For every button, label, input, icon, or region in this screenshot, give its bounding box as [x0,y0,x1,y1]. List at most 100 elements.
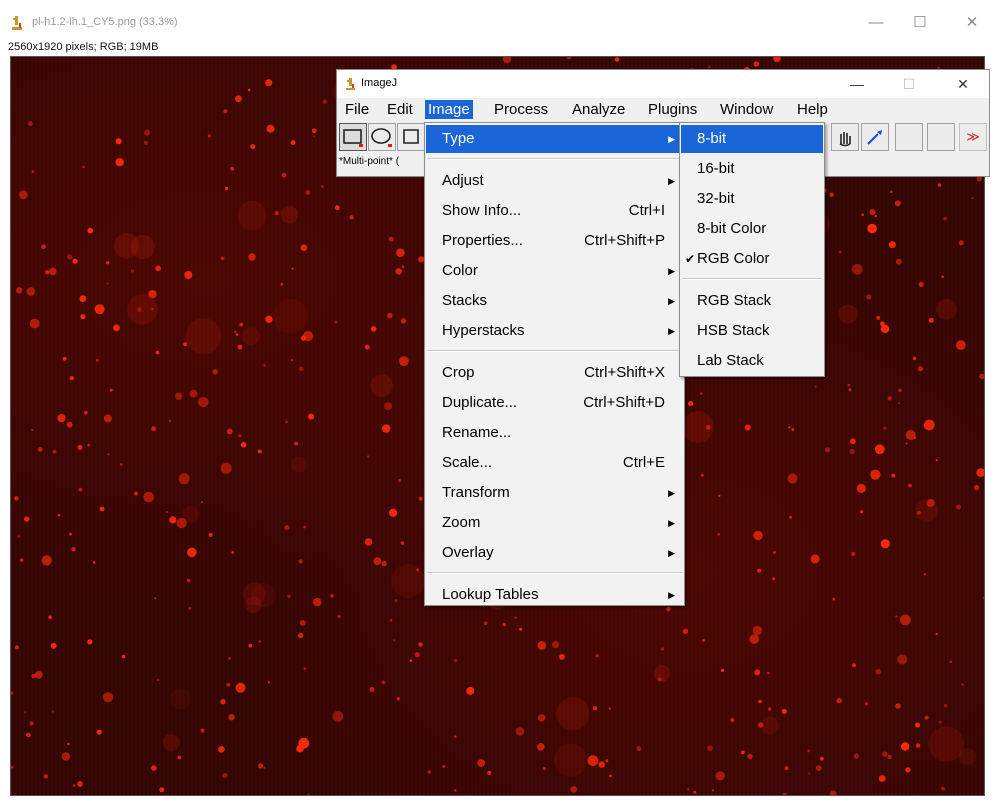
menu-item-label: Lab Stack [697,352,764,369]
menu-item-label: Hyperstacks [442,322,525,339]
oval-tool-button[interactable] [368,123,396,151]
image-window-titlebar[interactable]: pl-h1.2-lh.1_CY5.png (33.3%) — ☐ ✕ [0,0,995,40]
hand-tool-button[interactable] [831,123,859,151]
imagej-titlebar[interactable]: ImageJ — ☐ ✕ [337,70,989,98]
submenu-arrow-icon: ▶ [668,296,675,306]
eyedropper-icon [867,130,882,145]
image-menu-item-duplicate[interactable]: Duplicate... Ctrl+Shift+D [426,389,683,417]
image-menu-item-show-info[interactable]: Show Info... Ctrl+I [426,197,683,225]
menu-separator [427,572,682,574]
image-menu-item-crop[interactable]: Crop Ctrl+Shift+X [426,359,683,387]
menu-separator [427,158,682,160]
menu-item-label: 8-bit Color [697,220,767,237]
menu-item-label: RGB Color [697,250,770,267]
menu-item-label: Rename... [442,424,512,441]
more-tools-button[interactable]: ≫ [959,123,987,151]
image-menu-item-zoom[interactable]: Zoom ▶ [426,509,683,537]
rectangle-tool-button[interactable] [339,123,367,151]
menu-separator [427,350,682,352]
menu-item-shortcut: Ctrl+I [628,202,665,219]
custom-tool-button-2[interactable] [927,123,955,151]
type-menu-item-8-bit[interactable]: 8-bit [681,125,823,153]
image-menu-item-color[interactable]: Color ▶ [426,257,683,285]
imagej-status-bar: *Multi-point* ( [339,156,400,167]
type-menu-item-rgb-stack[interactable]: RGB Stack [681,287,823,315]
menu-separator [682,278,822,280]
menu-item-shortcut: Ctrl+Shift+D [583,394,665,411]
menu-item-label: Properties... [442,232,523,249]
imagej-close-button[interactable]: ✕ [939,70,987,98]
imagej-minimize-button[interactable]: — [833,70,881,98]
submenu-arrow-icon: ▶ [668,518,675,528]
color-picker-tool-button[interactable] [861,123,889,151]
menu-item-label: 16-bit [697,160,735,177]
image-menu-dropdown: Type ▶ Adjust ▶ Show Info... Ctrl+I Properties… [424,122,685,606]
menu-file[interactable]: File [342,100,372,119]
menu-item-label: Overlay [442,544,494,561]
imagej-microscope-icon [346,78,355,90]
menu-item-label: HSB Stack [697,322,770,339]
image-menu-item-overlay[interactable]: Overlay ▶ [426,539,683,567]
menu-item-label: Stacks [442,292,488,309]
menu-plugins[interactable]: Plugins [645,100,700,119]
menu-item-shortcut: Ctrl+Shift+X [584,364,665,381]
submenu-arrow-icon: ▶ [668,326,675,336]
close-button[interactable]: ✕ [952,8,992,38]
submenu-arrow-icon: ▶ [668,134,675,144]
custom-tool-button-1[interactable] [895,123,923,151]
submenu-arrow-icon: ▶ [668,590,675,600]
submenu-arrow-icon: ▶ [668,266,675,276]
submenu-arrow-icon: ▶ [668,488,675,498]
menu-item-label: Adjust [442,172,484,189]
double-chevron-right-icon: ≫ [966,129,980,144]
menu-window[interactable]: Window [717,100,776,119]
type-menu-item-hsb-stack[interactable]: HSB Stack [681,317,823,345]
type-submenu-dropdown: 8-bit 16-bit 32-bit 8-bit Color ✔ RGB Color RG… [679,122,825,377]
menu-item-shortcut: Ctrl+Shift+P [584,232,665,249]
menu-item-label: Crop [442,364,475,381]
imagej-title: ImageJ [361,77,398,89]
type-menu-item-32-bit[interactable]: 32-bit [681,185,823,213]
polygon-tool-button[interactable] [397,123,425,151]
menu-item-label: Scale... [442,454,493,471]
image-menu-item-lookup-tables[interactable]: Lookup Tables ▶ [426,581,683,609]
imagej-maximize-button[interactable]: ☐ [885,70,933,98]
type-menu-item-lab-stack[interactable]: Lab Stack [681,347,823,375]
maximize-button[interactable]: ☐ [900,8,940,38]
submenu-arrow-icon: ▶ [668,548,675,558]
image-info-label: 2560x1920 pixels; RGB; 19MB [8,41,159,53]
image-menu-item-stacks[interactable]: Stacks ▶ [426,287,683,315]
menu-item-label: 8-bit [697,130,727,147]
menu-analyze[interactable]: Analyze [569,100,628,119]
minimize-button[interactable]: — [856,8,896,38]
image-menu-item-hyperstacks[interactable]: Hyperstacks ▶ [426,317,683,345]
menu-item-shortcut: Ctrl+E [622,454,665,471]
menu-process[interactable]: Process [491,100,551,119]
image-menu-item-type[interactable]: Type ▶ [426,125,683,153]
menu-help[interactable]: Help [794,100,831,119]
menu-item-label: Zoom [442,514,481,531]
image-window-title: pl-h1.2-lh.1_CY5.png (33.3%) [32,16,178,28]
hand-icon [839,132,851,147]
menu-item-label: RGB Stack [697,292,772,309]
imagej-microscope-icon [12,16,22,30]
type-menu-item-8-bit-color[interactable]: 8-bit Color [681,215,823,243]
image-menu-item-properties[interactable]: Properties... Ctrl+Shift+P [426,227,683,255]
menu-item-label: Duplicate... [442,394,518,411]
oval-icon [371,128,392,147]
polygon-icon [403,129,419,144]
menu-edit[interactable]: Edit [384,100,416,119]
image-menu-item-rename[interactable]: Rename... [426,419,683,447]
type-menu-item-16-bit[interactable]: 16-bit [681,155,823,183]
menu-item-label: Transform [442,484,510,501]
menu-image[interactable]: Image [425,100,473,119]
rectangle-icon [343,129,363,147]
image-menu-item-scale[interactable]: Scale... Ctrl+E [426,449,683,477]
menu-item-label: Lookup Tables [442,586,539,603]
checkmark-icon: ✔ [685,252,696,266]
image-menu-item-adjust[interactable]: Adjust ▶ [426,167,683,195]
image-menu-item-transform[interactable]: Transform ▶ [426,479,683,507]
type-menu-item-rgb-color[interactable]: ✔ RGB Color [681,245,823,273]
imagej-menubar: File Edit Image Process Analyze Plugins … [337,98,989,120]
menu-item-label: Type [442,130,475,147]
